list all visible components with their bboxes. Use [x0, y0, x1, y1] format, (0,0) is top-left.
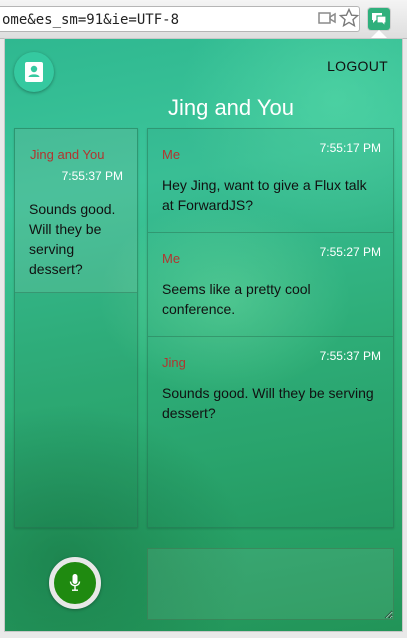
popup-arrow: [371, 30, 387, 38]
microphone-button[interactable]: [49, 557, 101, 609]
star-icon[interactable]: [339, 8, 359, 28]
message-item: Me 7:55:17 PM Hey Jing, want to give a F…: [148, 129, 393, 233]
contacts-icon: [25, 62, 43, 82]
message-time: 7:55:27 PM: [319, 245, 381, 259]
camera-icon[interactable]: [318, 11, 336, 25]
message-time: 7:55:37 PM: [319, 349, 381, 363]
chat-extension-icon[interactable]: [368, 8, 390, 30]
url-text: ome&es_sm=91&ie=UTF-8: [2, 12, 180, 28]
logout-button[interactable]: LOGOUT: [327, 58, 388, 74]
page-title: Jing and You: [5, 95, 402, 121]
message-time: 7:55:17 PM: [319, 141, 381, 155]
message-text: Sounds good. Will they be serving desser…: [162, 385, 374, 421]
message-text: Seems like a pretty cool conference.: [162, 281, 311, 317]
message-author: Jing: [162, 355, 186, 370]
contacts-button[interactable]: [14, 52, 54, 92]
microphone-icon: [69, 574, 81, 591]
message-author: Me: [162, 147, 181, 162]
address-bar[interactable]: ome&es_sm=91&ie=UTF-8: [0, 6, 360, 32]
thread-title-text: Jing and You: [167, 95, 294, 120]
thread-list: Jing and You 7:55:37 PM Sounds good. Wil…: [14, 128, 138, 528]
thread-item-time: 7:55:37 PM: [61, 169, 123, 183]
thread-item-name: Jing and You: [30, 147, 105, 162]
message-item: Jing 7:55:37 PM Sounds good. Will they b…: [148, 337, 393, 441]
browser-toolbar: ome&es_sm=91&ie=UTF-8: [0, 0, 407, 39]
message-input[interactable]: [147, 548, 394, 620]
message-item: Me 7:55:27 PM Seems like a pretty cool c…: [148, 233, 393, 337]
resize-grip-icon[interactable]: [383, 609, 393, 619]
message-text: Hey Jing, want to give a Flux talk at Fo…: [162, 177, 367, 213]
thread-item-last-message: Sounds good. Will they be serving desser…: [29, 201, 116, 277]
message-list: Me 7:55:17 PM Hey Jing, want to give a F…: [147, 128, 394, 528]
message-author: Me: [162, 251, 181, 266]
chat-app: LOGOUT Jing and You Jing and You 7:55:37…: [4, 38, 403, 632]
thread-item[interactable]: Jing and You 7:55:37 PM Sounds good. Wil…: [15, 129, 137, 293]
